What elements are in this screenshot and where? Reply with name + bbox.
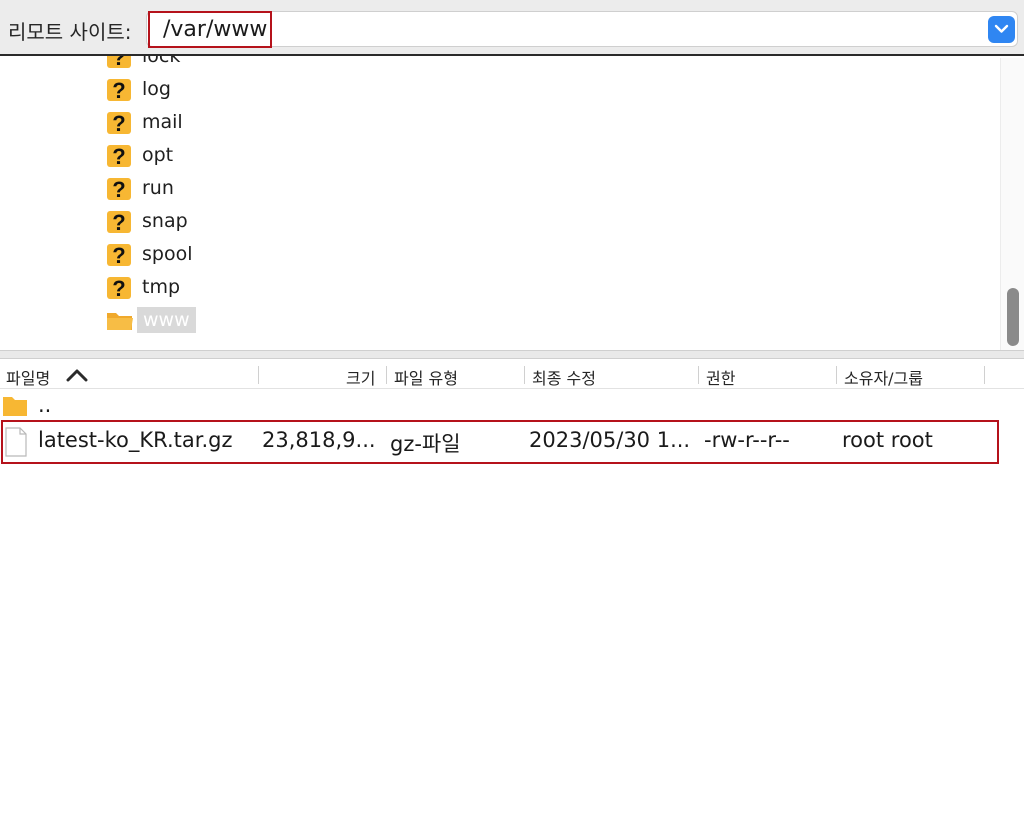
- open-folder-icon: [107, 313, 133, 330]
- question-folder-icon: ?: [107, 177, 131, 202]
- path-dropdown-button[interactable]: [988, 16, 1015, 43]
- pane-splitter[interactable]: [0, 350, 1024, 359]
- column-header-size[interactable]: 크기: [346, 365, 375, 389]
- svg-text:?: ?: [112, 111, 125, 136]
- question-folder-icon: ?: [107, 243, 131, 268]
- svg-text:?: ?: [112, 144, 125, 169]
- tree-item-label: snap: [142, 210, 188, 232]
- chevron-down-icon: [994, 24, 1009, 33]
- address-bar: 리모트 사이트: /var/www: [0, 0, 1024, 56]
- column-separator[interactable]: [698, 366, 699, 384]
- tree-item-label-selected: www: [137, 307, 196, 333]
- tree-item-label: run: [142, 177, 174, 199]
- tree-item-log[interactable]: ? log: [106, 77, 506, 110]
- question-folder-icon: ?: [107, 111, 131, 136]
- svg-text:?: ?: [112, 177, 125, 202]
- svg-text:?: ?: [112, 56, 125, 70]
- column-separator[interactable]: [258, 366, 259, 384]
- tree-item-label: log: [142, 78, 171, 100]
- tree-item-label: mail: [142, 111, 183, 133]
- question-folder-icon: ?: [107, 144, 131, 169]
- tree-item-www[interactable]: www: [106, 307, 506, 341]
- svg-text:?: ?: [112, 276, 125, 301]
- column-header-owner[interactable]: 소유자/그룹: [844, 365, 923, 389]
- remote-directory-tree: ? lock ? log ? mail ? opt ? run ? snap ?…: [0, 56, 1024, 350]
- column-header-name[interactable]: 파일명: [6, 365, 50, 389]
- svg-text:?: ?: [112, 78, 125, 103]
- tree-item-label: lock: [142, 56, 181, 67]
- tree-item-label: spool: [142, 243, 193, 265]
- folder-icon: [3, 397, 27, 416]
- svg-text:?: ?: [112, 243, 125, 268]
- parent-directory-label: ..: [38, 393, 52, 417]
- tree-item-label: tmp: [142, 276, 181, 298]
- path-highlight-box: [148, 11, 272, 48]
- tree-item-opt[interactable]: ? opt: [106, 143, 506, 176]
- sort-ascending-icon[interactable]: [66, 368, 88, 382]
- file-row-highlight-box: [1, 420, 999, 464]
- column-separator[interactable]: [984, 366, 985, 384]
- tree-vertical-scrollbar[interactable]: [1000, 58, 1024, 350]
- question-folder-icon: ?: [107, 276, 131, 301]
- column-header-type[interactable]: 파일 유형: [394, 365, 458, 389]
- scrollbar-thumb[interactable]: [1007, 288, 1019, 346]
- question-folder-icon: ?: [107, 78, 131, 103]
- tree-item-label: opt: [142, 144, 174, 166]
- column-separator[interactable]: [386, 366, 387, 384]
- column-separator[interactable]: [836, 366, 837, 384]
- remote-path-combobox[interactable]: /var/www: [146, 11, 1018, 47]
- tree-item-snap[interactable]: ? snap: [106, 209, 506, 242]
- address-label: 리모트 사이트:: [8, 20, 132, 44]
- tree-item-run[interactable]: ? run: [106, 176, 506, 209]
- column-separator[interactable]: [524, 366, 525, 384]
- question-folder-icon: ?: [107, 56, 131, 70]
- column-header-permissions[interactable]: 권한: [706, 365, 735, 389]
- tree-item-tmp[interactable]: ? tmp: [106, 275, 506, 308]
- file-list-header: 파일명 크기 파일 유형 최종 수정 권한 소유자/그룹: [0, 359, 1024, 389]
- column-header-modified[interactable]: 최종 수정: [532, 365, 596, 389]
- tree-item-spool[interactable]: ? spool: [106, 242, 506, 275]
- question-folder-icon: ?: [107, 210, 131, 235]
- tree-item-mail[interactable]: ? mail: [106, 110, 506, 143]
- svg-text:?: ?: [112, 210, 125, 235]
- tree-item-lock[interactable]: ? lock: [106, 56, 506, 77]
